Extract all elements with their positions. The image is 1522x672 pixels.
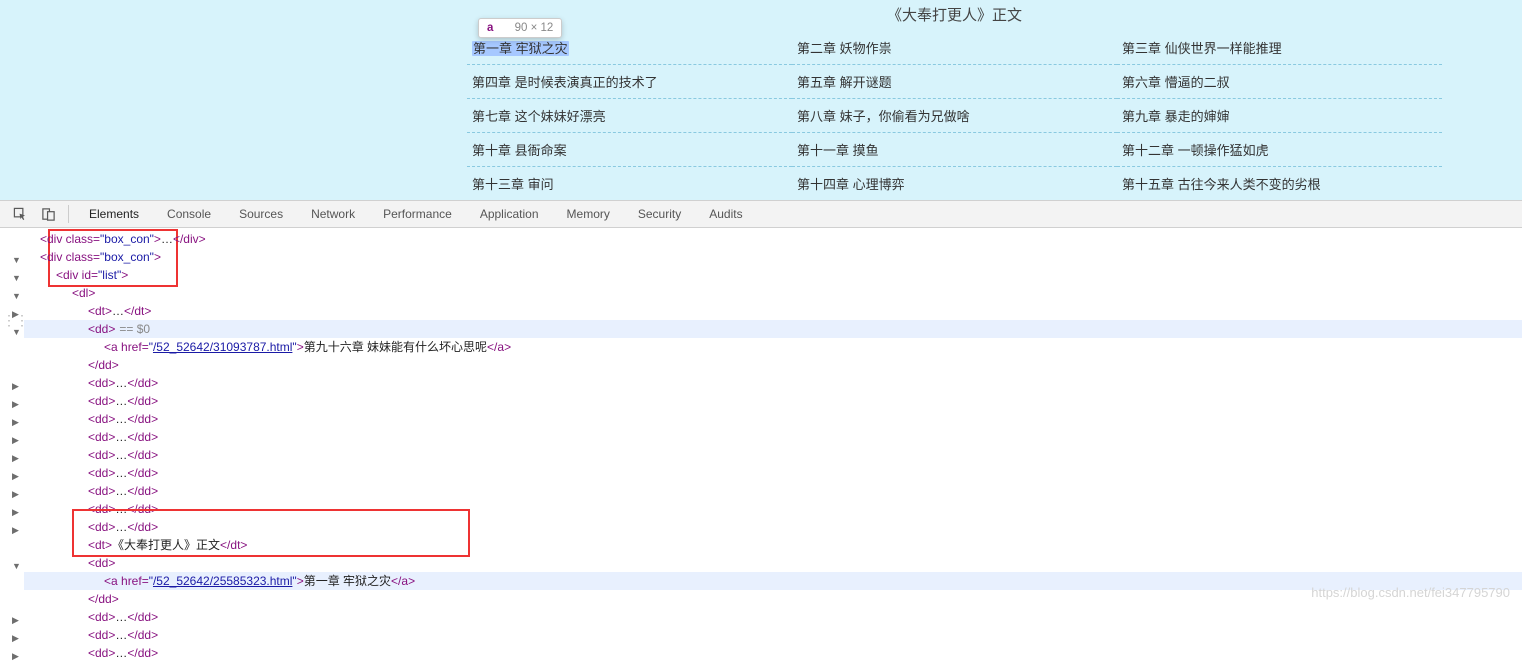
toolbar-separator: [68, 205, 69, 223]
inspect-icon[interactable]: [11, 205, 29, 223]
expand-arrow-icon[interactable]: ▼: [12, 323, 21, 341]
chapter-link[interactable]: 第十二章 一顿操作猛如虎: [1117, 133, 1442, 167]
expand-arrow-icon[interactable]: ▶: [12, 503, 19, 521]
href-link[interactable]: /52_52642/25585323.html: [153, 574, 292, 588]
dom-node[interactable]: ▶<dd>…</dd>: [24, 608, 1522, 626]
chapter-link[interactable]: 第十五章 古往今来人类不变的劣根: [1117, 167, 1442, 201]
chapter-row: 第七章 这个妹妹好漂亮 第八章 妹子，你偷看为兄做啥 第九章 暴走的婶婶: [467, 99, 1442, 133]
chapter-row: 第一章 牢狱之灾 第二章 妖物作祟 第三章 仙侠世界一样能推理: [467, 31, 1442, 65]
device-toggle-icon[interactable]: [39, 205, 57, 223]
dom-node[interactable]: ▶<dd>…</dd>: [24, 392, 1522, 410]
expand-arrow-icon[interactable]: ▶: [12, 377, 19, 395]
expand-arrow-icon[interactable]: ▶: [12, 647, 19, 665]
dom-node[interactable]: ▶<dd>…</dd>: [24, 410, 1522, 428]
expand-arrow-icon[interactable]: ▼: [12, 269, 21, 287]
expand-arrow-icon[interactable]: ▶: [12, 449, 19, 467]
chapter-link[interactable]: 第十四章 心理博弈: [792, 167, 1117, 201]
dom-node[interactable]: ▶<dd>…</dd>: [24, 644, 1522, 662]
chapter-link[interactable]: 第十一章 摸鱼: [792, 133, 1117, 167]
chapter-row: 第四章 是时候表演真正的技术了 第五章 解开谜题 第六章 懵逼的二叔: [467, 65, 1442, 99]
dom-node-selected[interactable]: ▼<dd>== $0: [24, 320, 1522, 338]
tab-audits[interactable]: Audits: [695, 200, 756, 228]
expand-arrow-icon[interactable]: ▶: [12, 467, 19, 485]
chapter-table: 第一章 牢狱之灾 第二章 妖物作祟 第三章 仙侠世界一样能推理 第四章 是时候表…: [467, 31, 1442, 200]
tab-application[interactable]: Application: [466, 200, 553, 228]
chapter-link[interactable]: 第二章 妖物作祟: [792, 31, 1117, 65]
dom-node[interactable]: ▼<div class="box_con">: [24, 248, 1522, 266]
dom-node[interactable]: ▶<dd>…</dd>: [24, 482, 1522, 500]
dom-node[interactable]: <dt>《大奉打更人》正文</dt>: [24, 536, 1522, 554]
dom-node[interactable]: ▶<dd>…</dd>: [24, 428, 1522, 446]
inspected-element[interactable]: 第一章 牢狱之灾: [472, 41, 569, 56]
tab-console[interactable]: Console: [153, 200, 225, 228]
expand-arrow-icon[interactable]: ▶: [12, 629, 19, 647]
tooltip-dims: 90 × 12: [515, 22, 554, 34]
expand-arrow-icon[interactable]: ▼: [12, 251, 21, 269]
expand-arrow-icon[interactable]: ▶: [12, 413, 19, 431]
chapter-link[interactable]: 第九章 暴走的婶婶: [1117, 99, 1442, 133]
chapter-link[interactable]: 第五章 解开谜题: [792, 65, 1117, 99]
dom-node[interactable]: ▶<dd>…</dd>: [24, 518, 1522, 536]
chapter-link[interactable]: 第十章 县衙命案: [467, 133, 792, 167]
expand-arrow-icon[interactable]: ▼: [12, 557, 21, 575]
chapter-list-box: 《大奉打更人》正文 第一章 牢狱之灾 第二章 妖物作祟 第三章 仙侠世界一样能推…: [467, 0, 1442, 200]
dom-node[interactable]: ▶<dd>…</dd>: [24, 374, 1522, 392]
devtools-toolbar: Elements Console Sources Network Perform…: [0, 200, 1522, 228]
tab-security[interactable]: Security: [624, 200, 695, 228]
dom-node[interactable]: ▶<dd>…</dd>: [24, 446, 1522, 464]
tab-performance[interactable]: Performance: [369, 200, 466, 228]
dom-node[interactable]: ▶<dd>…</dd>: [24, 626, 1522, 644]
href-link[interactable]: /52_52642/31093787.html: [153, 340, 292, 354]
dom-node-highlight[interactable]: <a href="/52_52642/25585323.html">第一章 牢狱…: [24, 572, 1522, 590]
tooltip-tag: a: [487, 22, 493, 34]
dom-node[interactable]: </dd>: [24, 356, 1522, 374]
expand-arrow-icon[interactable]: ▶: [12, 485, 19, 503]
chapter-row: 第十章 县衙命案 第十一章 摸鱼 第十二章 一顿操作猛如虎: [467, 133, 1442, 167]
chapter-link[interactable]: 第十三章 审问: [467, 167, 792, 201]
chapter-link[interactable]: 第四章 是时候表演真正的技术了: [467, 65, 792, 99]
expand-arrow-icon[interactable]: ▶: [12, 395, 19, 413]
dom-node[interactable]: ▼<dl>: [24, 284, 1522, 302]
rendered-page: a 90 × 12 《大奉打更人》正文 第一章 牢狱之灾 第二章 妖物作祟 第三…: [0, 0, 1522, 200]
chapter-row: 第十三章 审问 第十四章 心理博弈 第十五章 古往今来人类不变的劣根: [467, 167, 1442, 201]
dom-node[interactable]: </dd>: [24, 590, 1522, 608]
section-title: 《大奉打更人》正文: [467, 0, 1442, 31]
tab-memory[interactable]: Memory: [553, 200, 624, 228]
chapter-link[interactable]: 第三章 仙侠世界一样能推理: [1117, 31, 1442, 65]
dom-tree-panel[interactable]: ⋮⋮ <div class="box_con">…</div> ▼<div cl…: [0, 228, 1522, 672]
expand-arrow-icon[interactable]: ▶: [12, 305, 19, 323]
dom-node[interactable]: ▼<div id="list">: [24, 266, 1522, 284]
chapter-link[interactable]: 第八章 妹子，你偷看为兄做啥: [792, 99, 1117, 133]
tab-sources[interactable]: Sources: [225, 200, 297, 228]
element-inspect-tooltip: a 90 × 12: [478, 18, 562, 38]
chapter-link[interactable]: 第七章 这个妹妹好漂亮: [467, 99, 792, 133]
dom-node[interactable]: <a href="/52_52642/31093787.html">第九十六章 …: [24, 338, 1522, 356]
tab-elements[interactable]: Elements: [75, 200, 153, 228]
dom-node[interactable]: ▶<dt>…</dt>: [24, 302, 1522, 320]
expand-arrow-icon[interactable]: ▶: [12, 611, 19, 629]
dom-node[interactable]: ▶<dd>…</dd>: [24, 500, 1522, 518]
expand-arrow-icon[interactable]: ▼: [12, 287, 21, 305]
tab-network[interactable]: Network: [297, 200, 369, 228]
dollar-zero: == $0: [119, 322, 150, 336]
expand-arrow-icon[interactable]: ▶: [12, 521, 19, 539]
dom-node[interactable]: ▼<dd>: [24, 554, 1522, 572]
expand-arrow-icon[interactable]: ▶: [12, 431, 19, 449]
chapter-link[interactable]: 第六章 懵逼的二叔: [1117, 65, 1442, 99]
dom-node[interactable]: <div class="box_con">…</div>: [24, 230, 1522, 248]
dom-node[interactable]: ▶<dd>…</dd>: [24, 464, 1522, 482]
